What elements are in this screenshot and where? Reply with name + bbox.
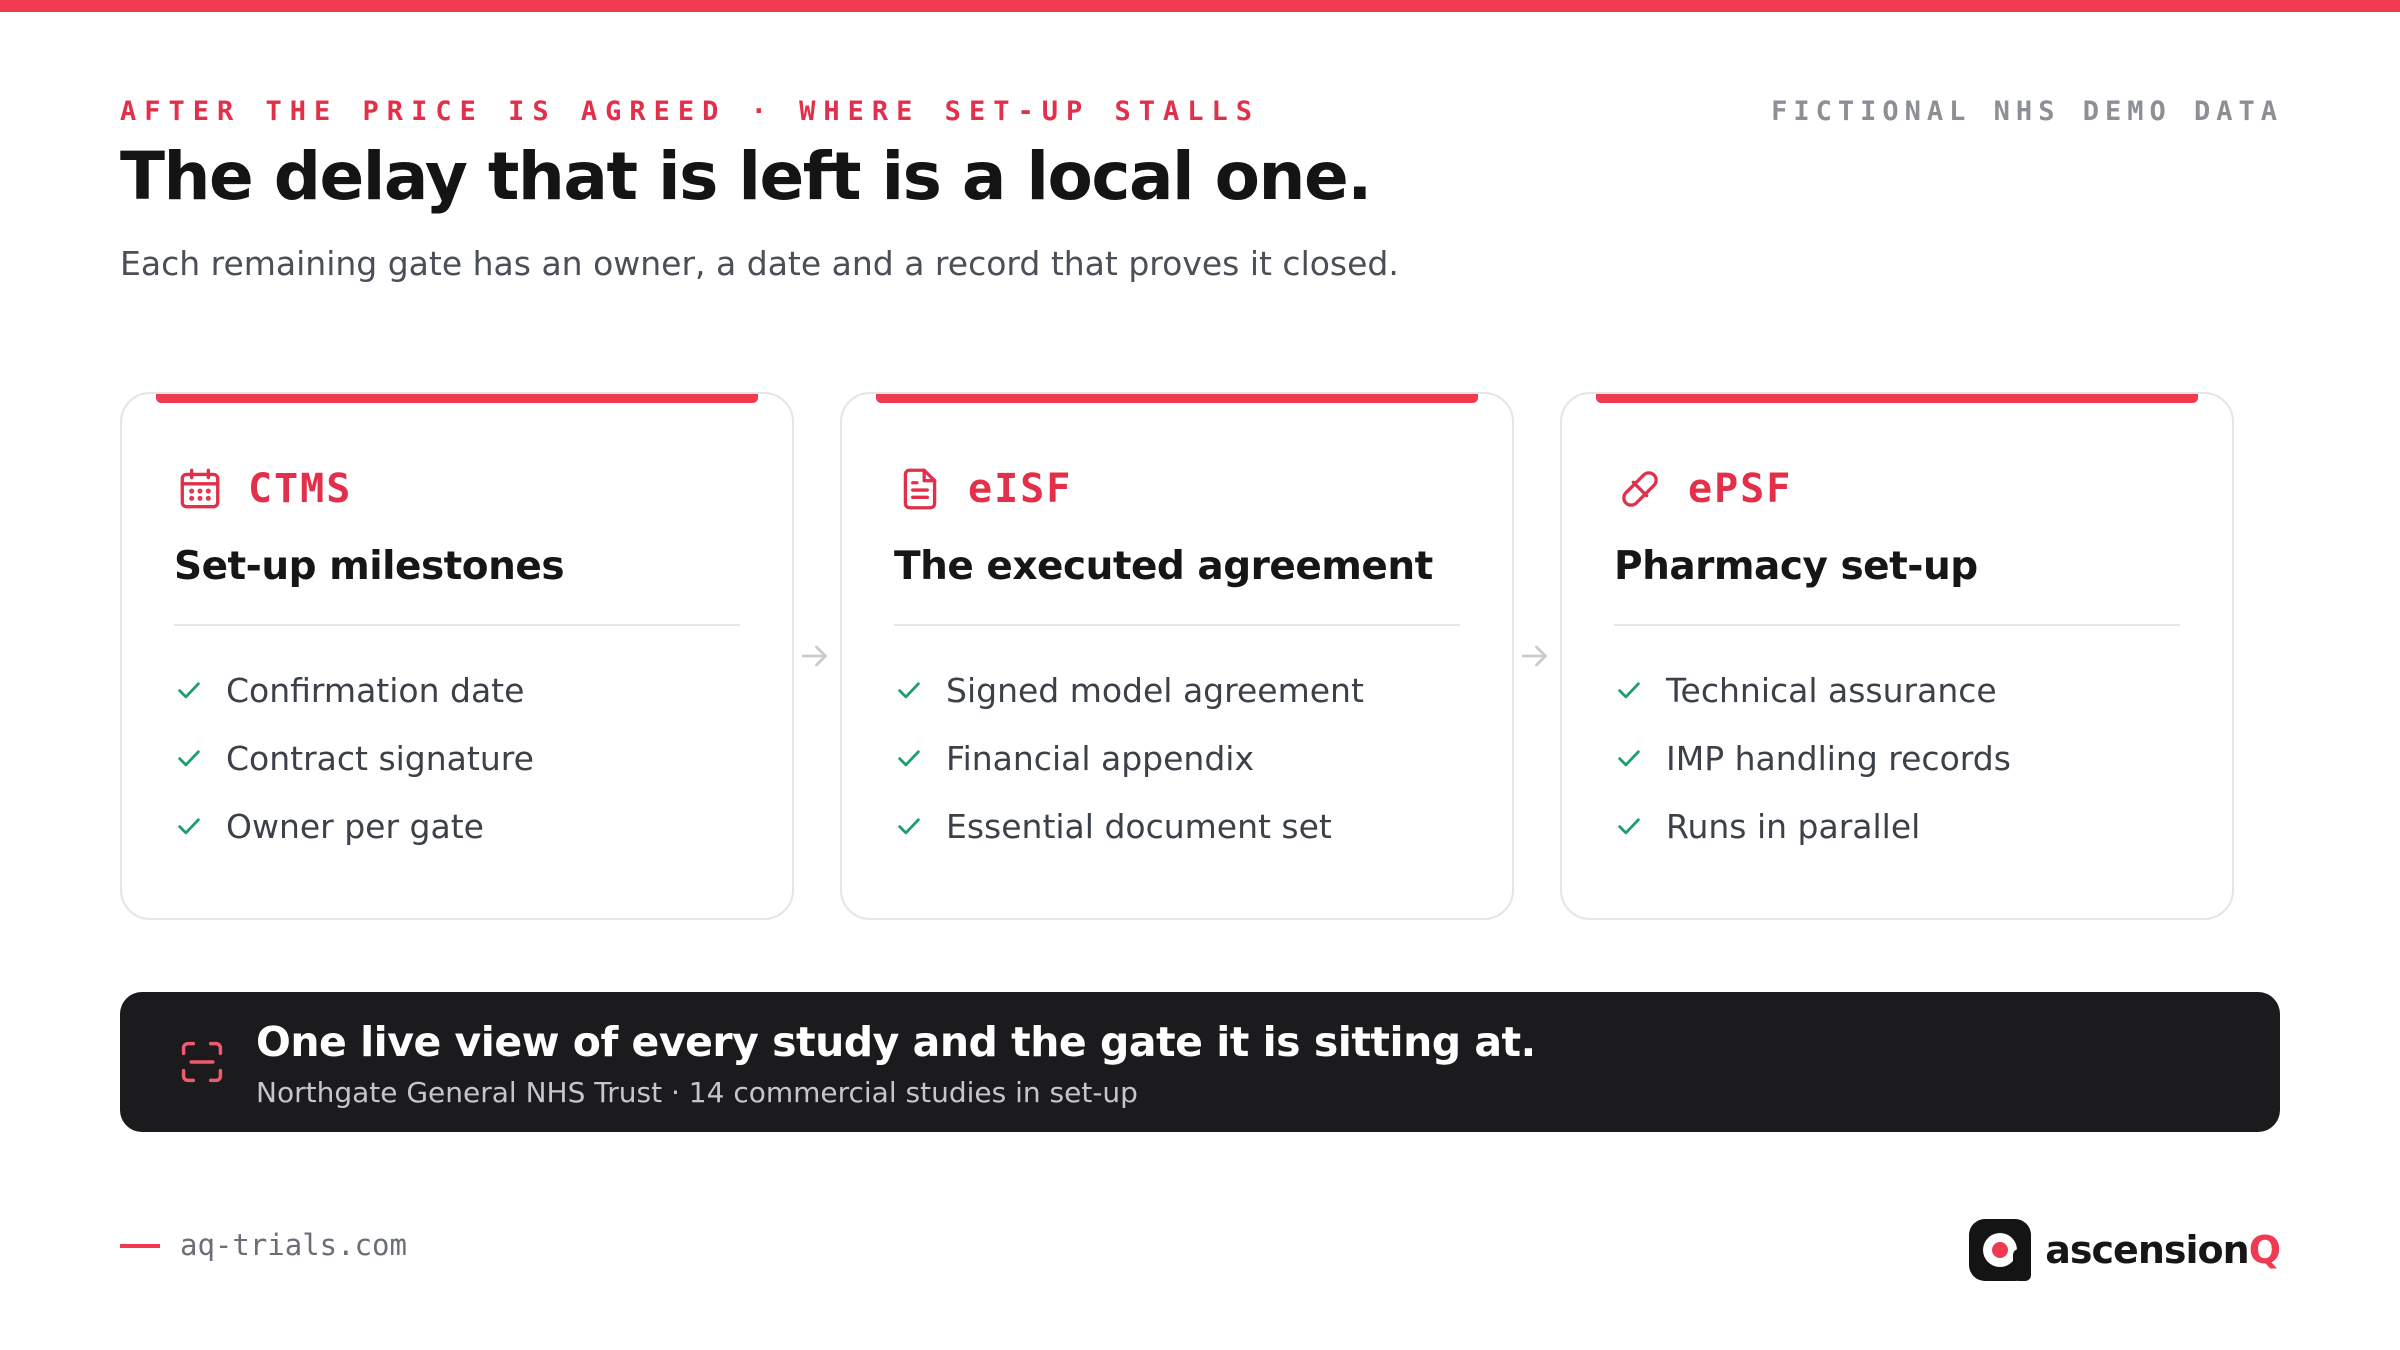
summary-banner: One live view of every study and the gat… bbox=[120, 992, 2280, 1132]
banner-subtitle: Northgate General NHS Trust · 14 commerc… bbox=[256, 1076, 1138, 1109]
card-accent-bar bbox=[156, 394, 758, 403]
checklist-item-label: Owner per gate bbox=[226, 806, 484, 846]
brand-name: ascensionQ bbox=[2045, 1228, 2281, 1272]
checklist-item: Technical assurance bbox=[1614, 656, 2011, 724]
brand-name-prefix: ascension bbox=[2045, 1228, 2249, 1272]
card-header: ePSF bbox=[1614, 462, 1792, 516]
check-icon bbox=[174, 674, 206, 706]
banner-title: One live view of every study and the gat… bbox=[256, 1018, 1536, 1066]
card-ctms: CTMS Set-up milestones Confirmation date… bbox=[120, 392, 794, 920]
logo-mark-icon bbox=[1969, 1219, 2032, 1281]
page-subtitle: Each remaining gate has an owner, a date… bbox=[120, 244, 1399, 283]
checklist-item-label: Confirmation date bbox=[226, 670, 525, 710]
footer-accent-rule bbox=[120, 1244, 160, 1248]
card-divider bbox=[174, 624, 740, 626]
checklist: Technical assurance IMP handling records… bbox=[1614, 656, 2011, 860]
card-divider bbox=[1614, 624, 2180, 626]
checklist-item: Runs in parallel bbox=[1614, 792, 2011, 860]
checklist-item-label: Signed model agreement bbox=[946, 670, 1364, 710]
check-icon bbox=[894, 810, 926, 842]
pill-icon bbox=[1614, 463, 1666, 515]
check-icon bbox=[174, 742, 206, 774]
system-label: eISF bbox=[968, 466, 1073, 512]
top-accent-bar bbox=[0, 0, 2400, 12]
checklist-item: Financial appendix bbox=[894, 724, 1364, 792]
card-title: Pharmacy set-up bbox=[1614, 544, 1978, 589]
system-label: ePSF bbox=[1688, 466, 1793, 512]
card-title: The executed agreement bbox=[894, 544, 1433, 589]
calendar-icon bbox=[174, 463, 226, 515]
checklist-item-label: Contract signature bbox=[226, 738, 534, 778]
eyebrow-label: AFTER THE PRICE IS AGREED · WHERE SET-UP… bbox=[120, 96, 1261, 127]
document-icon bbox=[894, 463, 946, 515]
checklist-item: Essential document set bbox=[894, 792, 1364, 860]
check-icon bbox=[1614, 742, 1646, 774]
check-icon bbox=[894, 674, 926, 706]
brand-logo: ascensionQ bbox=[1969, 1219, 2281, 1281]
arrow-right-icon bbox=[1517, 638, 1553, 674]
footer-website-link[interactable]: aq-trials.com bbox=[180, 1228, 407, 1262]
checklist-item-label: Financial appendix bbox=[946, 738, 1254, 778]
card-header: eISF bbox=[894, 462, 1072, 516]
brand-name-suffix: Q bbox=[2248, 1228, 2281, 1272]
check-icon bbox=[1614, 674, 1646, 706]
card-epsf: ePSF Pharmacy set-up Technical assurance… bbox=[1560, 392, 2234, 920]
checklist-item-label: IMP handling records bbox=[1666, 738, 2011, 778]
checklist-item-label: Essential document set bbox=[946, 806, 1332, 846]
page-title: The delay that is left is a local one. bbox=[120, 138, 1372, 215]
check-icon bbox=[894, 742, 926, 774]
card-title: Set-up milestones bbox=[174, 544, 565, 589]
checklist-item-label: Technical assurance bbox=[1666, 670, 1997, 710]
checklist: Confirmation date Contract signature Own… bbox=[174, 656, 534, 860]
checklist-item: Owner per gate bbox=[174, 792, 534, 860]
system-label: CTMS bbox=[248, 466, 353, 512]
arrow-right-icon bbox=[797, 638, 833, 674]
card-accent-bar bbox=[1596, 394, 2198, 403]
checklist-item-label: Runs in parallel bbox=[1666, 806, 1921, 846]
checklist-item: IMP handling records bbox=[1614, 724, 2011, 792]
checklist-item: Contract signature bbox=[174, 724, 534, 792]
checklist-item: Confirmation date bbox=[174, 656, 534, 724]
card-divider bbox=[894, 624, 1460, 626]
card-eisf: eISF The executed agreement Signed model… bbox=[840, 392, 1514, 920]
checklist: Signed model agreement Financial appendi… bbox=[894, 656, 1364, 860]
check-icon bbox=[174, 810, 206, 842]
check-icon bbox=[1614, 810, 1646, 842]
checklist-item: Signed model agreement bbox=[894, 656, 1364, 724]
demo-data-tag: FICTIONAL NHS DEMO DATA bbox=[1771, 96, 2283, 127]
card-header: CTMS bbox=[174, 462, 352, 516]
card-accent-bar bbox=[876, 394, 1478, 403]
scan-icon bbox=[176, 1036, 228, 1088]
